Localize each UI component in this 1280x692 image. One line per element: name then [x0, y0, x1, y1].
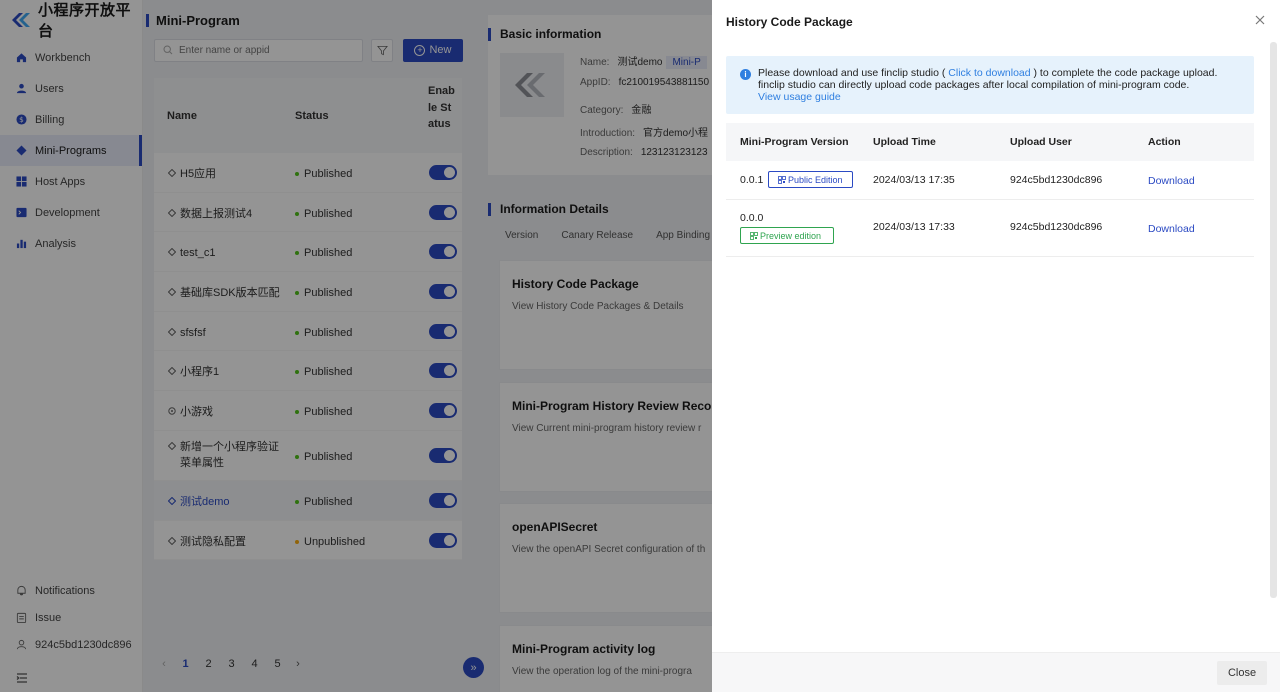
preview-edition-badge: Preview edition	[740, 227, 834, 244]
table-row: 0.0.0 Preview edition 2024/03/13 17:33 9…	[726, 200, 1254, 257]
history-code-package-drawer: History Code Package i Please download a…	[712, 0, 1280, 692]
edition-label: Preview edition	[760, 230, 822, 241]
download-link[interactable]: Download	[1148, 175, 1195, 187]
scrollbar[interactable]	[1270, 42, 1277, 598]
table-row: 0.0.1 Public Edition 2024/03/13 17:35 92…	[726, 161, 1254, 200]
table-header: Mini-Program Version Upload Time Upload …	[726, 123, 1254, 161]
public-edition-badge: Public Edition	[768, 171, 853, 188]
upload-user: 924c5bd1230dc896	[1010, 221, 1103, 233]
qrcode-icon	[778, 175, 786, 184]
upload-time: 2024/03/13 17:35	[873, 174, 955, 186]
download-link[interactable]: Download	[1148, 223, 1195, 235]
info-text-part: ) to complete the code package upload.	[1033, 67, 1218, 79]
info-text-line2: finclip studio can directly upload code …	[758, 79, 1190, 91]
usage-guide-link[interactable]: View usage guide	[758, 91, 841, 103]
edition-label: Public Edition	[788, 174, 843, 185]
code-package-table: Mini-Program Version Upload Time Upload …	[726, 123, 1254, 257]
info-icon: i	[740, 69, 751, 80]
download-studio-link[interactable]: Click to download	[948, 67, 1030, 79]
version-text: 0.0.1	[740, 174, 764, 186]
upload-time: 2024/03/13 17:33	[873, 221, 955, 233]
column-action: Action	[1148, 136, 1181, 148]
column-upload-user: Upload User	[1010, 136, 1072, 148]
version-text: 0.0.0	[740, 212, 764, 224]
close-button[interactable]: Close	[1217, 661, 1267, 685]
edition-badge: Preview edition	[740, 227, 834, 244]
qrcode-icon	[750, 231, 758, 240]
column-upload-time: Upload Time	[873, 136, 936, 148]
close-icon[interactable]	[1254, 14, 1266, 26]
info-alert: i Please download and use finclip studio…	[726, 56, 1254, 114]
drawer-footer: Close	[712, 652, 1280, 692]
drawer-title: History Code Package	[726, 15, 853, 29]
info-text: Please download and use finclip studio (…	[758, 67, 1248, 103]
column-version: Mini-Program Version	[740, 136, 849, 148]
edition-badge: Public Edition	[768, 171, 853, 188]
upload-user: 924c5bd1230dc896	[1010, 174, 1103, 186]
info-text-part: Please download and use finclip studio (	[758, 67, 946, 79]
